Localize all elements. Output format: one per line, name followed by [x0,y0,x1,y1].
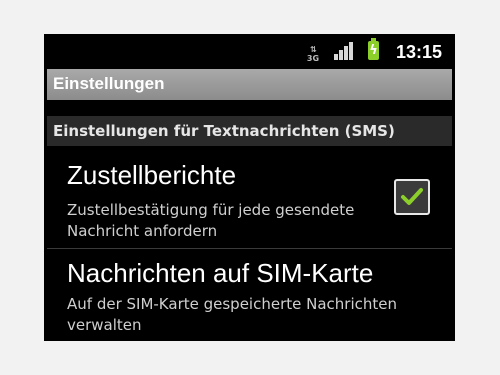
status-time: 13:15 [396,42,443,62]
title-bar: Einstellungen [47,69,452,100]
network-type-label: 3G [306,54,320,63]
preference-title: Zustellberichte [67,160,237,190]
preference-title: Nachrichten auf SIM-Karte [67,258,374,288]
list-divider [47,248,452,249]
network-3g-icon: ⇅ 3G [306,45,320,65]
battery-charging-icon: ϟ [368,38,379,60]
checkmark-icon [401,188,423,205]
phone-screen: ⇅ 3G ϟ 13:15 Einstellungen Einstellungen… [44,34,455,341]
signal-strength-icon [334,42,356,60]
preference-summary: Auf der SIM-Karte gespeicherte Nachricht… [67,295,397,334]
preference-delivery-reports[interactable]: Zustellberichte Zustellbestätigung für j… [47,152,452,248]
preference-category-header: Einstellungen für Textnachrichten (SMS) [47,116,452,146]
preference-summary: Zustellbestätigung für jede gesendete Na… [67,201,355,240]
category-label: Einstellungen für Textnachrichten (SMS) [53,122,395,140]
status-bar: ⇅ 3G ϟ 13:15 [44,34,455,68]
delivery-reports-checkbox[interactable] [394,179,430,215]
data-arrows-icon: ⇅ [310,45,317,54]
charging-bolt-icon: ϟ [369,43,378,58]
page-title: Einstellungen [53,74,165,93]
preference-sim-messages[interactable]: Nachrichten auf SIM-Karte Auf der SIM-Ka… [47,250,452,341]
